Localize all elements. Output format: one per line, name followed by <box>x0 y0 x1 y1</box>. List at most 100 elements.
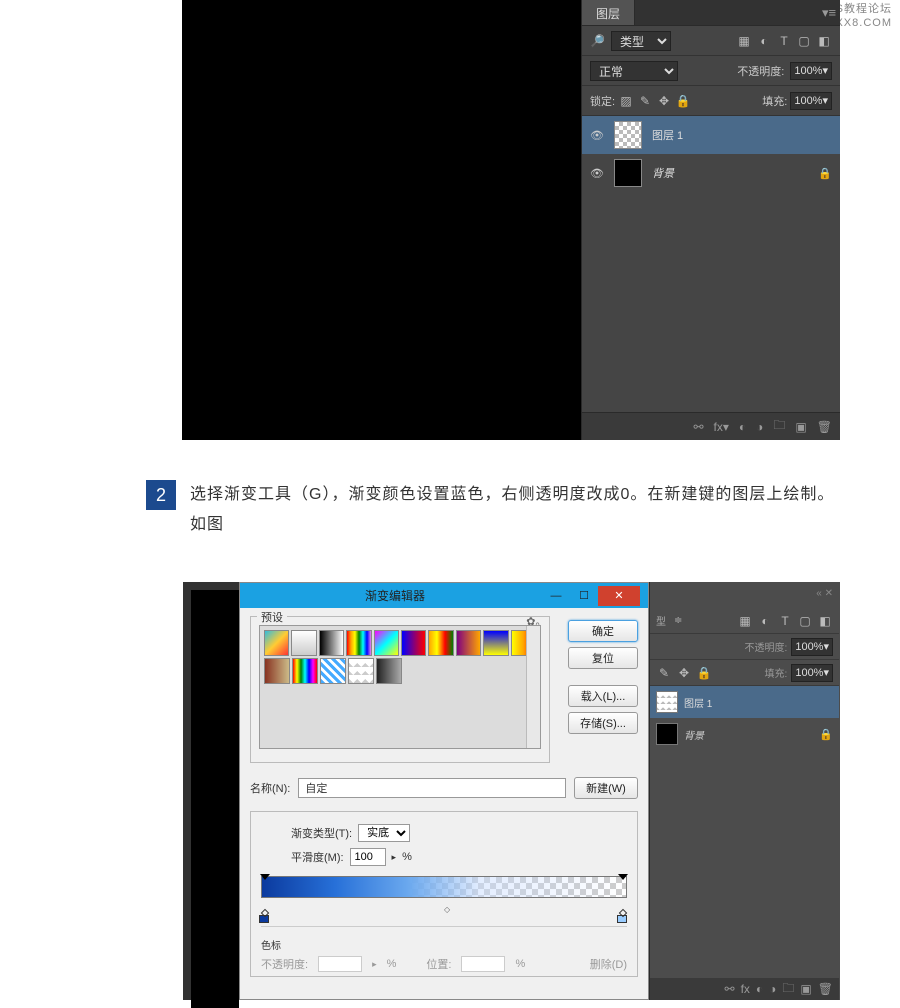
layer-row-1[interactable]: 👁 图层 1 <box>582 116 840 154</box>
adjustment-icon[interactable]: ◑ <box>769 982 776 996</box>
lock-icon: 🔒 <box>819 728 833 741</box>
reset-button[interactable]: 复位 <box>568 647 638 669</box>
load-button[interactable]: 载入(L)... <box>568 685 638 707</box>
preset-swatch[interactable] <box>483 630 508 656</box>
opacity-value[interactable]: 100%▾ <box>791 638 833 656</box>
preset-scrollbar[interactable] <box>526 626 540 748</box>
preset-swatch[interactable] <box>292 658 318 684</box>
preset-swatch[interactable] <box>456 630 481 656</box>
color-stop-left[interactable] <box>259 910 271 924</box>
percent: % <box>387 958 397 970</box>
mask-icon[interactable]: ◐ <box>739 420 746 434</box>
filter-text-icon[interactable]: T <box>776 34 792 48</box>
lock-transparency-icon[interactable]: ▨ <box>618 94 634 108</box>
midpoint-icon[interactable]: ◇ <box>444 905 450 914</box>
preset-swatch[interactable] <box>264 658 290 684</box>
new-layer-icon[interactable]: ▣ <box>800 982 811 996</box>
layer-row-1[interactable]: 图层 1 <box>650 686 839 718</box>
preset-swatch[interactable] <box>376 658 402 684</box>
fill-value[interactable]: 100%▾ <box>791 664 833 682</box>
layer-thumbnail[interactable] <box>614 159 642 187</box>
preset-swatch[interactable] <box>320 658 346 684</box>
preset-grid <box>259 625 541 749</box>
group-icon[interactable]: 🗀 <box>773 416 785 437</box>
new-layer-icon[interactable]: ▣ <box>795 420 806 434</box>
gradient-type-select[interactable]: 实底 <box>358 824 410 842</box>
layers-tab[interactable]: 图层 <box>582 0 635 25</box>
stop-opacity-input[interactable] <box>318 956 362 972</box>
lock-paint-icon[interactable]: ✎ <box>637 94 653 108</box>
visibility-icon[interactable]: 👁 <box>590 129 604 142</box>
visibility-icon[interactable]: 👁 <box>590 167 604 180</box>
preset-swatch[interactable] <box>428 630 453 656</box>
filter-shape-icon[interactable]: ▢ <box>797 614 813 628</box>
filter-text-icon[interactable]: T <box>777 614 793 628</box>
layer-thumbnail[interactable] <box>656 691 678 713</box>
smoothness-input[interactable] <box>350 848 386 866</box>
filter-search-icon[interactable]: 🔎 <box>590 34 605 48</box>
lock-all-icon[interactable]: 🔒 <box>696 666 712 680</box>
preset-swatch[interactable] <box>348 658 374 684</box>
filter-adjust-icon[interactable]: ◐ <box>756 34 772 48</box>
filter-smart-icon[interactable]: ◧ <box>817 614 833 628</box>
minimize-button[interactable]: — <box>542 586 570 606</box>
filter-pixel-icon[interactable]: ▦ <box>737 614 753 628</box>
lock-position-icon[interactable]: ✥ <box>676 666 692 680</box>
maximize-button[interactable]: ☐ <box>570 586 598 606</box>
gradient-bar[interactable] <box>261 876 627 898</box>
panel-menu-icon[interactable]: ▾≡ <box>818 0 840 25</box>
preset-swatch[interactable] <box>374 630 399 656</box>
filter-pixel-icon[interactable]: ▦ <box>736 34 752 48</box>
fill-value[interactable]: 100% ▾ <box>790 92 832 110</box>
preset-swatch[interactable] <box>291 630 316 656</box>
preset-swatch[interactable] <box>319 630 344 656</box>
layer-name[interactable]: 背景 <box>684 727 704 742</box>
opacity-stop-left[interactable] <box>260 874 270 884</box>
trash-icon[interactable]: 🗑 <box>817 420 832 434</box>
fx-icon[interactable]: fx▾ <box>714 420 729 434</box>
blend-mode-select[interactable]: 正常 <box>590 61 678 81</box>
layers-panel-partial: « ✕ 型≑ ▦◐T▢◧ 不透明度: 100%▾ ✎✥🔒 填充: 100%▾ 图… <box>649 582 839 1000</box>
filter-smart-icon[interactable]: ◧ <box>816 34 832 48</box>
delete-stop-button[interactable]: 删除(D) <box>590 956 627 972</box>
layer-row-bg[interactable]: 👁 背景 🔒 <box>582 154 840 192</box>
layer-thumbnail[interactable] <box>656 723 678 745</box>
save-button[interactable]: 存储(S)... <box>568 712 638 734</box>
titlebar[interactable]: 渐变编辑器 — ☐ ✕ <box>240 583 648 608</box>
preset-swatch[interactable] <box>401 630 426 656</box>
layer-name[interactable]: 背景 <box>652 165 674 181</box>
filter-type-select[interactable]: 类型 <box>611 31 671 51</box>
close-button[interactable]: ✕ <box>598 586 640 606</box>
layer-row-bg[interactable]: 背景 🔒 <box>650 718 839 750</box>
preset-swatch[interactable] <box>346 630 371 656</box>
opacity-stop-right[interactable] <box>618 874 628 884</box>
trash-icon[interactable]: 🗑 <box>818 982 833 996</box>
opacity-label: 不透明度: <box>737 63 784 79</box>
lock-position-icon[interactable]: ✥ <box>656 94 672 108</box>
filter-shape-icon[interactable]: ▢ <box>796 34 812 48</box>
fx-icon[interactable]: fx <box>741 982 750 996</box>
collapse-icon[interactable]: « ✕ <box>816 588 833 599</box>
mask-icon[interactable]: ◐ <box>756 982 763 996</box>
link-icon[interactable]: ⚯ <box>725 982 735 996</box>
layer-name[interactable]: 图层 1 <box>684 695 712 710</box>
layer-thumbnail[interactable] <box>614 121 642 149</box>
filter-adjust-icon[interactable]: ◐ <box>757 614 773 628</box>
link-icon[interactable]: ⚯ <box>693 420 703 434</box>
layer-name[interactable]: 图层 1 <box>652 127 683 143</box>
name-input[interactable] <box>298 778 566 798</box>
lock-paint-icon[interactable]: ✎ <box>656 666 672 680</box>
color-stop-right[interactable] <box>617 910 629 924</box>
canvas-area[interactable] <box>182 0 581 440</box>
smoothness-stepper-icon[interactable]: ▸ <box>392 852 397 863</box>
canvas-black[interactable] <box>191 590 239 1008</box>
group-icon[interactable]: 🗀 <box>782 979 794 1000</box>
stop-position-input[interactable] <box>461 956 505 972</box>
new-button[interactable]: 新建(W) <box>574 777 638 799</box>
adjustment-icon[interactable]: ◑ <box>756 420 763 434</box>
lock-all-icon[interactable]: 🔒 <box>675 94 691 108</box>
ok-button[interactable]: 确定 <box>568 620 638 642</box>
stops-label: 色标 <box>261 937 627 952</box>
preset-swatch[interactable] <box>264 630 289 656</box>
opacity-value[interactable]: 100% ▾ <box>790 62 832 80</box>
